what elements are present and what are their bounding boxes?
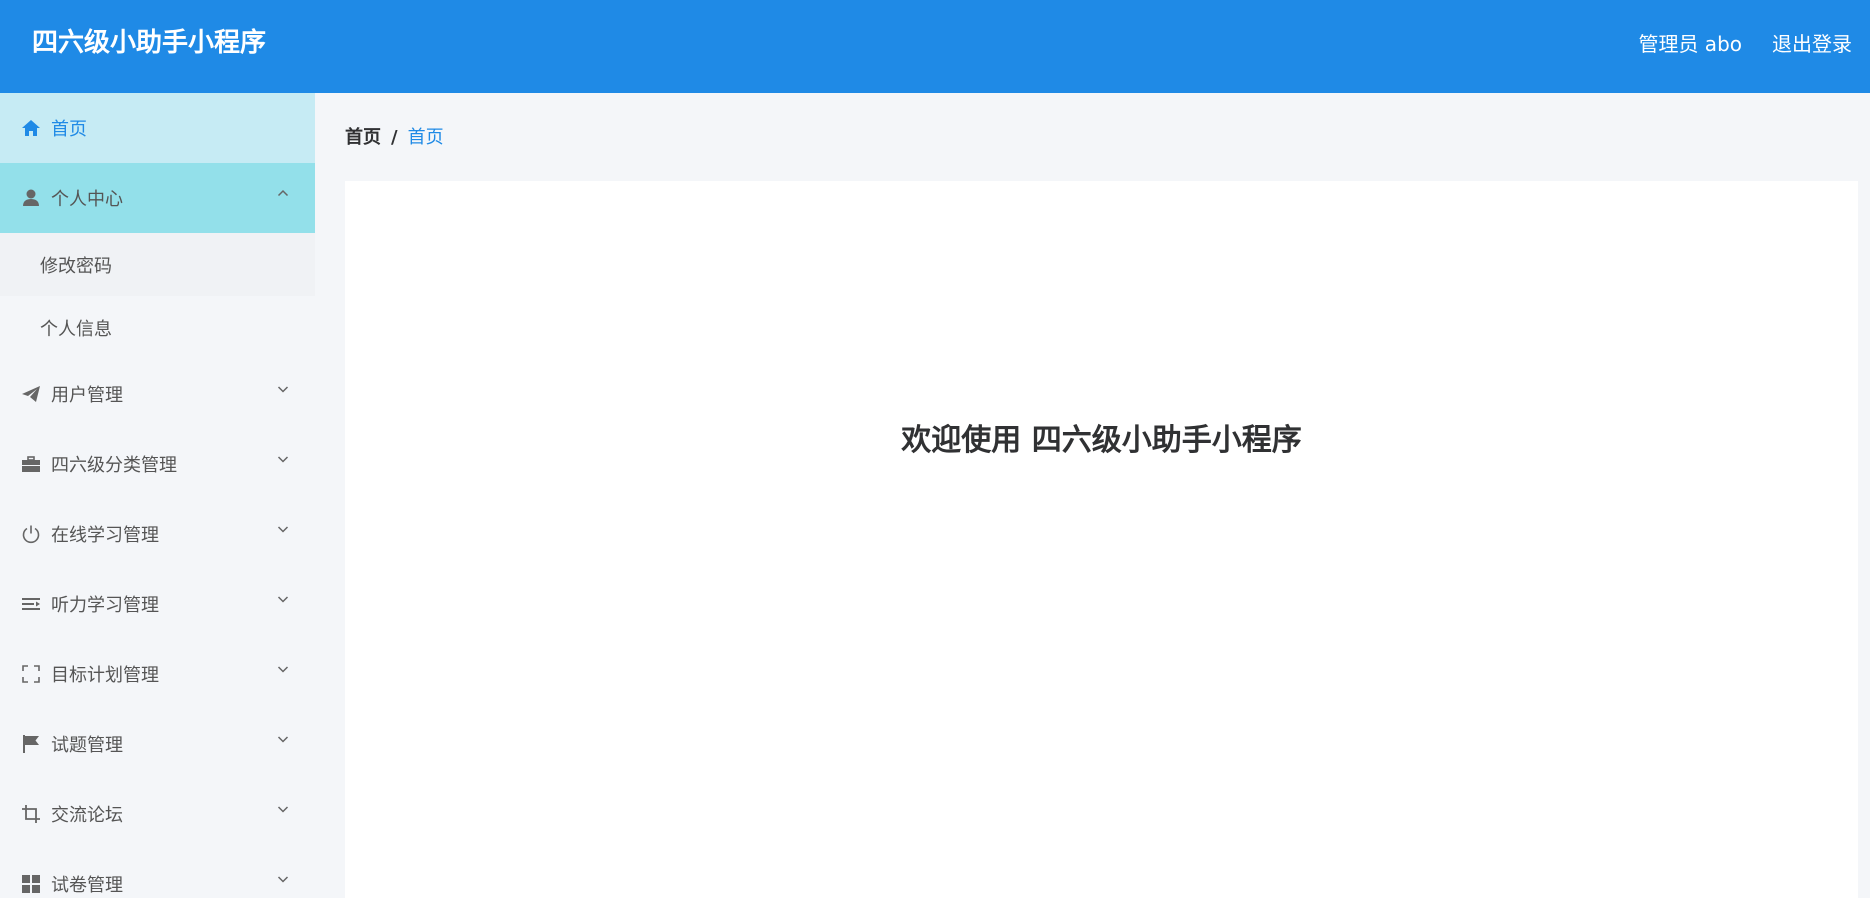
- breadcrumb: 首页 / 首页: [345, 126, 444, 150]
- breadcrumb-separator: /: [391, 127, 398, 148]
- sidebar-item-personal-center[interactable]: 个人中心: [0, 163, 315, 233]
- chevron-up-icon: [277, 189, 289, 197]
- chevron-down-icon: [277, 736, 289, 743]
- welcome-message: 欢迎使用 四六级小助手小程序: [901, 423, 1302, 458]
- sidebar-item-question-management[interactable]: 试题管理: [0, 709, 315, 779]
- sidebar-item-user-management[interactable]: 用户管理: [0, 359, 315, 429]
- breadcrumb-current: 首页: [407, 127, 444, 148]
- fullscreen-icon: [20, 663, 42, 685]
- sidebar-item-personal-info[interactable]: 个人信息: [0, 296, 315, 359]
- sidebar-item-home[interactable]: 首页: [0, 93, 315, 163]
- sidebar-item-label: 个人中心: [51, 189, 123, 210]
- sidebar-item-label: 在线学习管理: [51, 525, 159, 546]
- sidebar-item-label: 交流论坛: [51, 805, 123, 826]
- chevron-down-icon: [277, 526, 289, 533]
- user-icon: [20, 187, 42, 209]
- chevron-down-icon: [277, 876, 289, 883]
- breadcrumb-home-link[interactable]: 首页: [345, 127, 381, 148]
- sidebar-item-forum[interactable]: 交流论坛: [0, 779, 315, 849]
- sidebar-item-change-password[interactable]: 修改密码: [0, 233, 315, 296]
- paper-plane-icon: [20, 383, 42, 405]
- main-content: 首页 / 首页 欢迎使用 四六级小助手小程序: [315, 93, 1870, 898]
- personal-center-submenu: 修改密码 个人信息: [0, 233, 315, 359]
- sidebar-item-goal-plan[interactable]: 目标计划管理: [0, 639, 315, 709]
- chevron-down-icon: [277, 666, 289, 673]
- sidebar-item-label: 首页: [51, 119, 87, 140]
- power-icon: [20, 523, 42, 545]
- sidebar-item-online-learning[interactable]: 在线学习管理: [0, 499, 315, 569]
- chevron-down-icon: [277, 386, 289, 393]
- sidebar-menu: 首页 个人中心 修改密码 个人信息 用户管理 四六级分类管理 在线学习管理 听力…: [0, 93, 315, 898]
- chevron-down-icon: [277, 806, 289, 813]
- briefcase-icon: [20, 453, 42, 475]
- grid-icon: [20, 873, 42, 895]
- home-icon: [20, 117, 42, 139]
- sidebar-item-label: 用户管理: [51, 385, 123, 406]
- sidebar-item-listening-learning[interactable]: 听力学习管理: [0, 569, 315, 639]
- top-header: 四六级小助手小程序 管理员 abo 退出登录: [0, 0, 1870, 93]
- sidebar-item-label: 目标计划管理: [51, 665, 159, 686]
- sidebar-item-paper-management[interactable]: 试卷管理: [0, 849, 315, 898]
- app-title: 四六级小助手小程序: [32, 28, 267, 58]
- sidebar-item-label: 试卷管理: [51, 875, 123, 896]
- logout-button[interactable]: 退出登录: [1772, 30, 1852, 58]
- crop-icon: [20, 803, 42, 825]
- sidebar-item-label: 四六级分类管理: [51, 455, 177, 476]
- chevron-down-icon: [277, 456, 289, 463]
- chevron-down-icon: [277, 596, 289, 603]
- current-user-label: 管理员 abo: [1638, 32, 1742, 56]
- sidebar-item-label: 试题管理: [51, 735, 123, 756]
- indent-list-icon: [20, 593, 42, 615]
- welcome-panel: 欢迎使用 四六级小助手小程序: [345, 181, 1858, 898]
- flag-icon: [20, 733, 42, 755]
- sidebar-item-label: 听力学习管理: [51, 595, 159, 616]
- sidebar-item-category-management[interactable]: 四六级分类管理: [0, 429, 315, 499]
